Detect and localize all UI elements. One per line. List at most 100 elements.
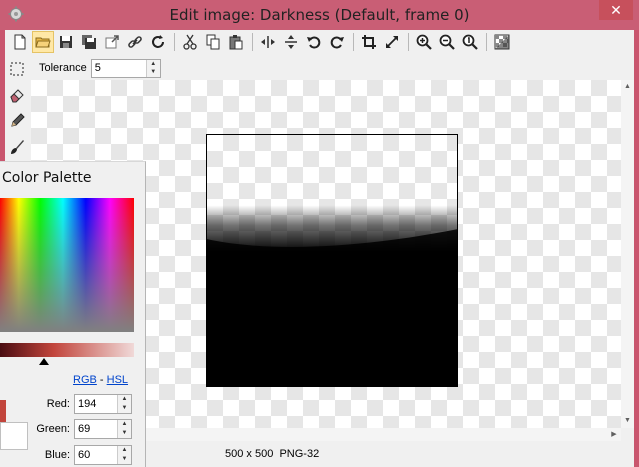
resize-button[interactable] (381, 31, 403, 53)
export-button[interactable] (101, 31, 123, 53)
crop-icon (362, 35, 376, 49)
toolbar-separator (408, 33, 409, 51)
vertical-scrollbar[interactable]: ▲ ▼ (621, 80, 634, 428)
zoom-actual-button[interactable] (459, 31, 481, 53)
pencil-tool[interactable] (5, 108, 29, 134)
status-bar: 500 x 500 PNG-32 (145, 442, 634, 467)
scroll-up-arrow[interactable]: ▲ (621, 80, 634, 94)
color-palette-panel: Color Palette RGB - HSL Red: ▲▼ Green: ▲… (0, 161, 146, 467)
export-icon (105, 35, 119, 49)
blue-up-arrow[interactable]: ▲ (118, 446, 131, 455)
image-preview[interactable] (206, 134, 458, 387)
previous-color-swatch[interactable] (0, 422, 28, 450)
transparency-button[interactable] (491, 31, 513, 53)
close-button[interactable]: ✕ (599, 0, 633, 20)
blue-label: Blue: (44, 449, 70, 461)
transparency-icon (494, 34, 510, 50)
pencil-icon (11, 113, 25, 127)
new-button[interactable] (9, 31, 31, 53)
tolerance-up-arrow[interactable]: ▲ (147, 60, 160, 69)
red-up-arrow[interactable]: ▲ (118, 395, 131, 404)
red-down-arrow[interactable]: ▼ (118, 404, 131, 413)
green-stepper[interactable]: ▲▼ (74, 419, 132, 439)
refresh-icon (152, 35, 164, 48)
blue-input[interactable] (75, 446, 117, 464)
open-button[interactable] (32, 31, 54, 53)
zoom-actual-icon (462, 34, 478, 50)
toolbar-separator (252, 33, 253, 51)
tolerance-input[interactable] (91, 59, 146, 77)
rotate-right-button[interactable] (326, 31, 348, 53)
green-up-arrow[interactable]: ▲ (118, 420, 131, 429)
green-label: Green: (36, 423, 70, 435)
flip-horizontal-icon (261, 36, 275, 48)
rotate-left-button[interactable] (303, 31, 325, 53)
color-spectrum[interactable] (0, 198, 134, 332)
image-format: PNG-32 (279, 448, 320, 460)
flip-vertical-icon (285, 35, 297, 49)
shade-slider[interactable] (0, 343, 134, 357)
brush-tool[interactable] (5, 134, 29, 160)
flip-vertical-button[interactable] (280, 31, 302, 53)
green-down-arrow[interactable]: ▼ (118, 429, 131, 438)
tolerance-down-arrow[interactable]: ▼ (147, 68, 160, 77)
rotate-left-icon (307, 36, 321, 49)
toolbar-separator (174, 33, 175, 51)
eraser-icon (10, 89, 24, 103)
crop-button[interactable] (358, 31, 380, 53)
brush-icon (11, 140, 24, 154)
green-row: Green: ▲▼ (30, 419, 132, 439)
darkness-gradient-image (207, 135, 457, 386)
red-label: Red: (46, 398, 70, 410)
status-image-info: 500 x 500 PNG-32 (225, 448, 319, 460)
resize-icon (386, 36, 398, 48)
main-toolbar (5, 30, 634, 54)
hsl-mode-link[interactable]: HSL (107, 374, 128, 386)
window-title: Edit image: Darkness (Default, frame 0) (169, 6, 470, 24)
marquee-select-icon (10, 62, 24, 76)
zoom-out-button[interactable] (436, 31, 458, 53)
tolerance-stepper[interactable]: ▲ ▼ (90, 58, 161, 78)
zoom-in-button[interactable] (413, 31, 435, 53)
tolerance-label: Tolerance (39, 62, 87, 74)
red-input[interactable] (75, 395, 117, 413)
scroll-down-arrow[interactable]: ▼ (621, 414, 634, 428)
blue-stepper[interactable]: ▲▼ (74, 445, 132, 465)
save-button[interactable] (55, 31, 77, 53)
tool-options-bar: Tolerance ▲ ▼ (39, 57, 161, 79)
cut-icon (183, 34, 197, 50)
paste-button[interactable] (225, 31, 247, 53)
scroll-right-arrow[interactable]: ▶ (607, 428, 621, 441)
refresh-button[interactable] (147, 31, 169, 53)
red-row: Red: ▲▼ (30, 394, 132, 414)
color-mode-links: RGB - HSL (73, 374, 128, 386)
blue-row: Blue: ▲▼ (30, 445, 132, 465)
save-all-icon (82, 35, 96, 49)
rgb-mode-link[interactable]: RGB (73, 374, 97, 386)
select-tool[interactable] (5, 56, 29, 82)
green-input[interactable] (75, 420, 117, 438)
save-icon (60, 36, 72, 48)
red-stepper[interactable]: ▲▼ (74, 394, 132, 414)
new-file-icon (14, 34, 26, 50)
horizontal-scrollbar[interactable]: ▶ (145, 428, 621, 441)
blue-down-arrow[interactable]: ▼ (118, 455, 131, 464)
flip-horizontal-button[interactable] (257, 31, 279, 53)
toolbar-separator (486, 33, 487, 51)
rotate-right-icon (330, 36, 344, 49)
link-icon (128, 36, 142, 48)
zoom-out-icon (439, 34, 455, 50)
toolbar-separator (353, 33, 354, 51)
open-folder-icon (35, 37, 51, 48)
title-bar[interactable]: Edit image: Darkness (Default, frame 0) … (0, 0, 639, 30)
save-all-button[interactable] (78, 31, 100, 53)
copy-button[interactable] (202, 31, 224, 53)
link-button[interactable] (124, 31, 146, 53)
shade-slider-marker[interactable] (39, 358, 49, 365)
cut-button[interactable] (179, 31, 201, 53)
image-dimensions: 500 x 500 (225, 448, 274, 460)
copy-icon (206, 34, 220, 50)
palette-title: Color Palette (2, 170, 92, 186)
eraser-tool[interactable] (5, 82, 29, 108)
mode-separator: - (96, 374, 107, 386)
